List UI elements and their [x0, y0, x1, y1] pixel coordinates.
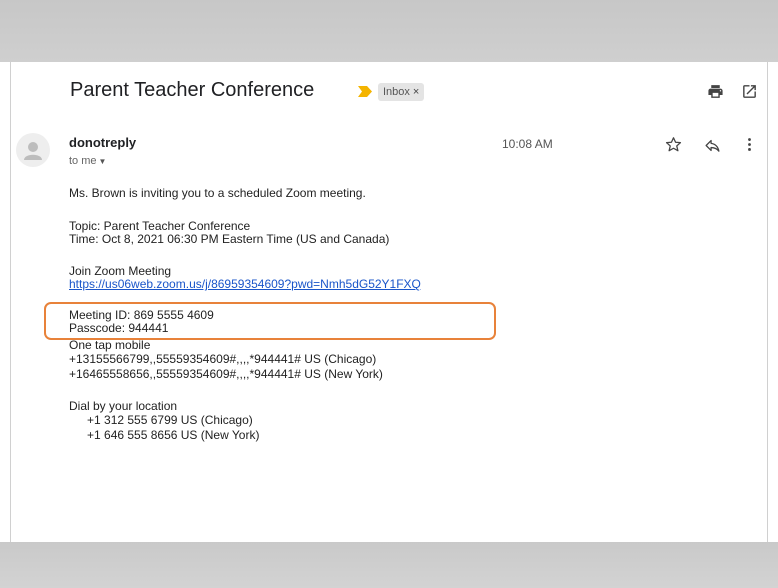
print-icon[interactable]	[707, 83, 724, 100]
email-subject: Parent Teacher Conference	[70, 79, 315, 101]
chevron-down-icon: ▼	[98, 157, 107, 166]
bottom-gray-band	[0, 542, 778, 588]
more-vertical-icon[interactable]	[741, 136, 758, 153]
zoom-join-link[interactable]: https://us06web.zoom.us/j/86959354609?pw…	[69, 277, 421, 291]
one-tap-chicago: +13155566799,,55559354609#,,,,*944441# U…	[69, 352, 377, 366]
top-gray-band	[0, 0, 778, 62]
open-in-new-window-icon[interactable]	[741, 83, 758, 100]
star-icon[interactable]	[665, 136, 682, 153]
email-timestamp: 10:08 AM	[502, 137, 553, 151]
meeting-credentials-highlight	[44, 302, 496, 340]
left-border-line	[10, 62, 11, 542]
one-tap-heading: One tap mobile	[69, 338, 151, 352]
reply-icon[interactable]	[704, 137, 721, 154]
recipient-details-toggle[interactable]: to me ▼	[69, 155, 106, 167]
dial-by-location-heading: Dial by your location	[69, 399, 178, 413]
default-avatar-icon	[16, 133, 50, 167]
join-link-row: https://us06web.zoom.us/j/86959354609?pw…	[69, 278, 669, 291]
one-tap-newyork: +16465558656,,55559354609#,,,,*944441# U…	[69, 367, 383, 381]
dial-chicago: +1 312 555 6799 US (Chicago)	[87, 413, 253, 427]
inbox-label-chip: Inbox ×	[378, 83, 425, 101]
sender-name: donotreply	[69, 135, 137, 150]
invite-line: Ms. Brown is inviting you to a scheduled…	[69, 186, 366, 200]
important-label-chevron-icon[interactable]	[358, 86, 372, 97]
right-border-line	[767, 62, 768, 542]
recipient-text: to me	[69, 155, 97, 167]
remove-label-button[interactable]: ×	[413, 86, 419, 98]
time-line: Time: Oct 8, 2021 06:30 PM Eastern Time …	[69, 232, 390, 246]
inbox-label-text: Inbox	[383, 86, 410, 98]
dial-newyork: +1 646 555 8656 US (New York)	[87, 428, 260, 442]
